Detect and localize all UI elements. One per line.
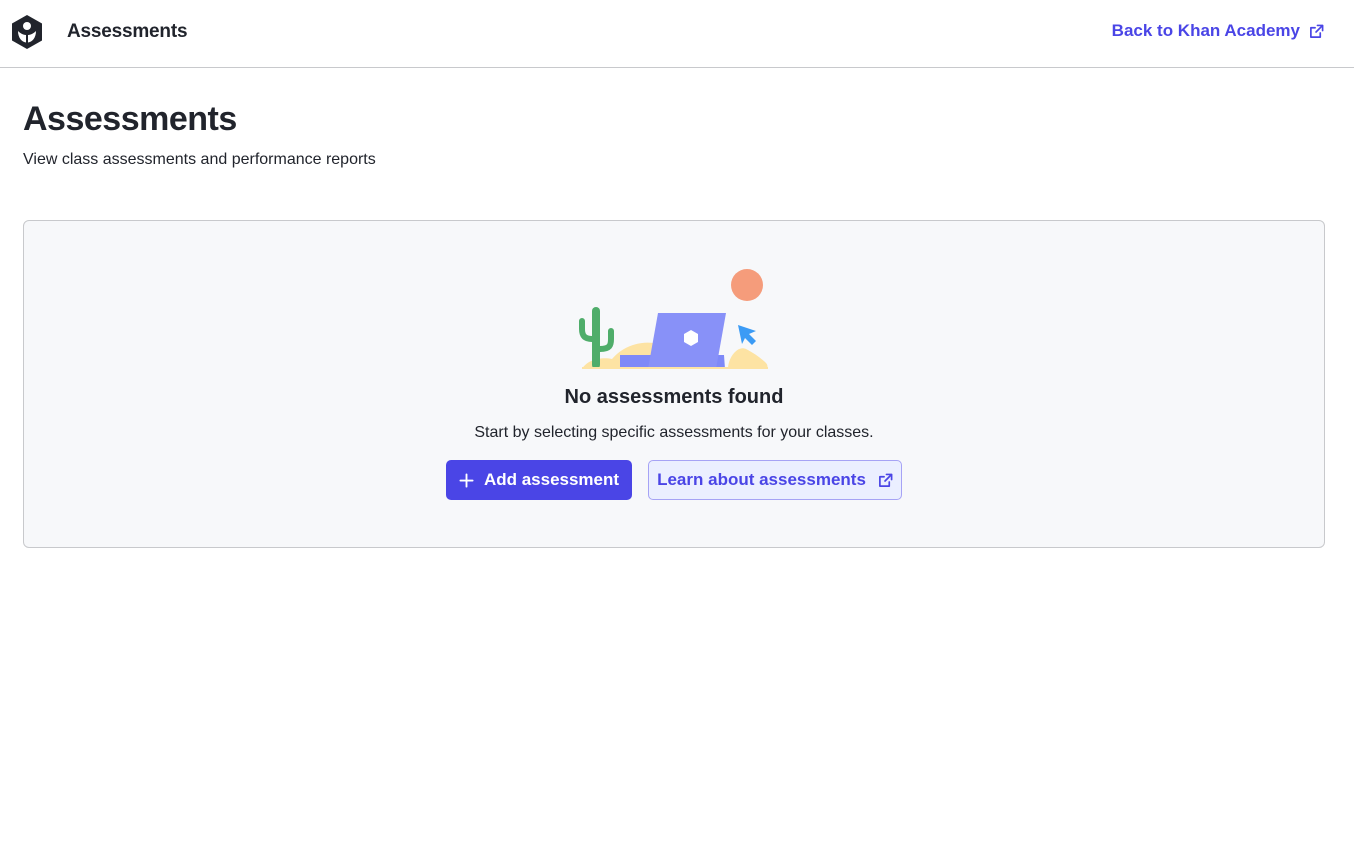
- empty-state-text: Start by selecting specific assessments …: [474, 424, 874, 441]
- empty-state-card: No assessments found Start by selecting …: [23, 220, 1325, 548]
- page-subtitle: View class assessments and performance r…: [23, 151, 376, 168]
- learn-about-assessments-button[interactable]: Learn about assessments: [648, 460, 902, 500]
- external-link-icon: [1310, 24, 1324, 38]
- khan-academy-logo-icon[interactable]: [10, 14, 44, 50]
- external-link-icon: [878, 473, 893, 487]
- app-title: Assessments: [67, 21, 188, 42]
- empty-state-heading: No assessments found: [564, 386, 784, 408]
- plus-icon: [459, 472, 474, 488]
- add-assessment-button[interactable]: Add assessment: [446, 460, 632, 500]
- top-bar: Assessments Back to Khan Academy: [0, 0, 1354, 68]
- empty-state-actions: Add assessment Learn about assessments: [446, 460, 902, 500]
- add-assessment-label: Add assessment: [483, 470, 620, 489]
- learn-about-assessments-label: Learn about assessments: [657, 470, 866, 489]
- page-title: Assessments: [23, 100, 237, 138]
- back-to-khan-academy-link[interactable]: Back to Khan Academy: [1112, 21, 1324, 41]
- desert-laptop-illustration: [579, 269, 768, 369]
- back-link-label: Back to Khan Academy: [1111, 21, 1300, 40]
